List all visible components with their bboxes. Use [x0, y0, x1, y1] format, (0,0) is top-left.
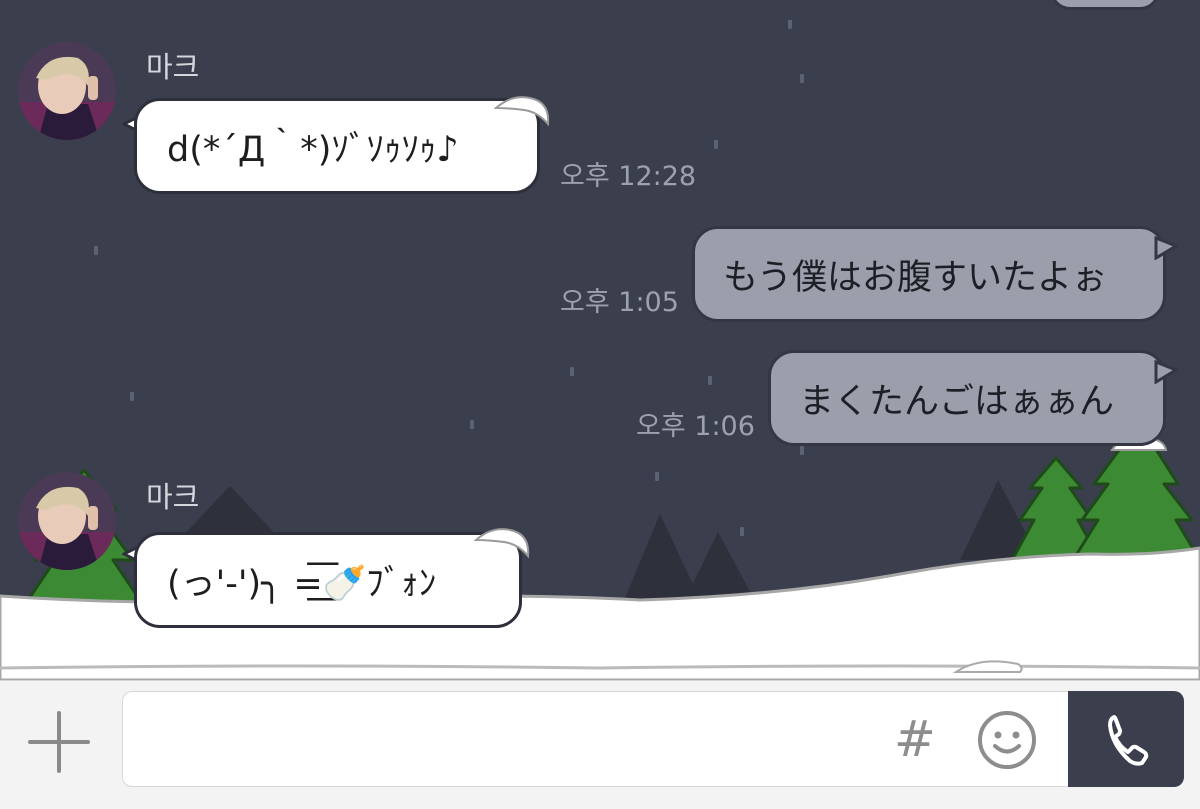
message-bubble[interactable]: d(*´Д｀*)ｿﾞｿｩｿｩ♪ — [134, 98, 540, 194]
message-bubble[interactable]: (っ'-')╮ =͟͟͞͞🍼ﾌﾞｫﾝ — [134, 532, 522, 628]
sender-name: 마크 — [146, 480, 200, 514]
bubble-tail — [1154, 360, 1178, 384]
bubble-tail — [1154, 236, 1178, 260]
user-avatar[interactable] — [18, 472, 116, 570]
chat-area: 마크 d(*´Д｀*)ｿﾞｿｩｿｩ♪ 오후 12:28 오후 1:05 もう僕は… — [0, 0, 1200, 680]
call-button[interactable] — [1068, 691, 1184, 787]
message-bubble[interactable]: まくたんごはぁぁん — [768, 350, 1166, 446]
hashtag-button[interactable]: # — [890, 709, 940, 769]
smiley-icon[interactable] — [976, 709, 1038, 771]
plus-icon[interactable] — [26, 709, 92, 775]
message-time: 오후 1:06 — [636, 411, 755, 442]
phone-icon — [1108, 715, 1149, 766]
user-avatar[interactable] — [18, 42, 116, 140]
snow-cap — [474, 528, 530, 559]
snow-cap — [494, 96, 550, 127]
composer-bar: # — [0, 680, 1200, 809]
sender-name: 마크 — [146, 50, 200, 84]
message-time: 오후 12:28 — [560, 161, 697, 192]
message-bubble[interactable]: もう僕はお腹すいたよぉ — [692, 226, 1166, 322]
message-time: 오후 1:05 — [560, 287, 679, 318]
partial-outgoing-bubble — [1050, 0, 1160, 10]
